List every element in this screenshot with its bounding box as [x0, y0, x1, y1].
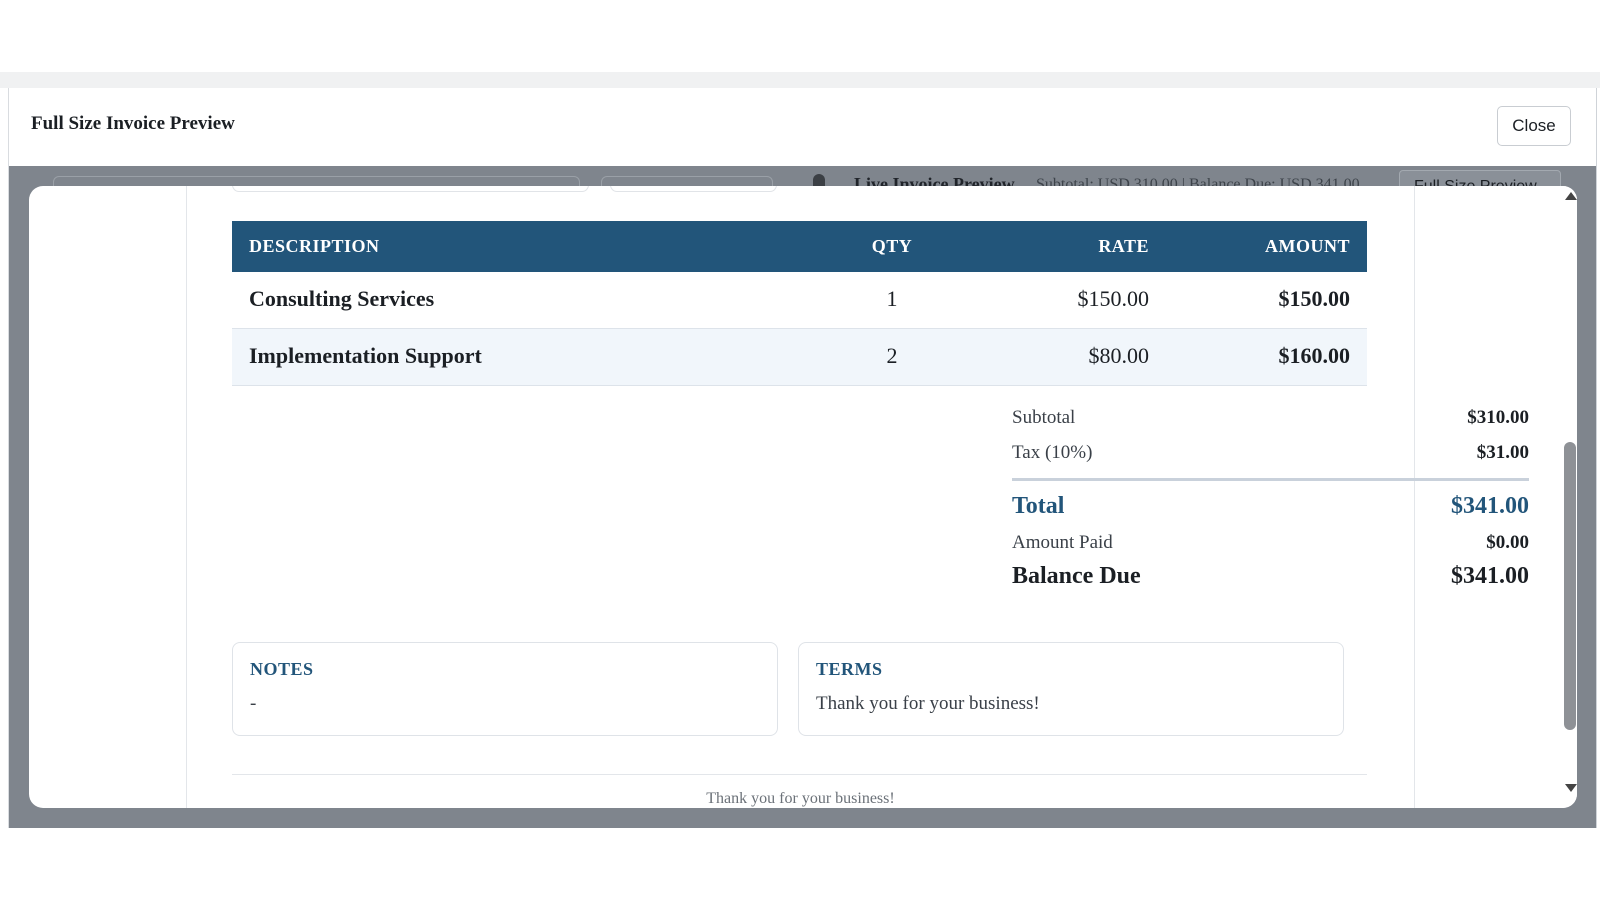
item-amount: $160.00	[1278, 343, 1351, 368]
totals-divider	[1012, 478, 1529, 481]
notes-box: NOTES -	[232, 642, 778, 736]
subtotal-label: Subtotal	[1012, 407, 1076, 428]
line-items-table: DESCRIPTION QTY RATE AMOUNT Consulting S…	[232, 221, 1367, 386]
item-rate: $80.00	[1088, 343, 1150, 368]
invoice-paper: DESCRIPTION QTY RATE AMOUNT Consulting S…	[186, 186, 1529, 808]
balance-due-label: Balance Due	[1012, 563, 1141, 589]
invoice-top-fragment	[610, 186, 777, 192]
balance-due-row: Balance Due $341.00	[1012, 561, 1529, 596]
modal-header: Full Size Invoice Preview Close	[9, 88, 1597, 166]
notes-text: -	[250, 693, 257, 714]
subtotal-value: $310.00	[1467, 407, 1529, 428]
header-description: DESCRIPTION	[249, 236, 380, 256]
table-row: Consulting Services 1 $150.00 $150.00	[232, 272, 1367, 329]
notes-title: NOTES	[250, 659, 314, 679]
total-row: Total $341.00	[1012, 491, 1529, 526]
total-label: Total	[1012, 493, 1065, 519]
amount-paid-label: Amount Paid	[1012, 532, 1113, 553]
item-qty: 2	[886, 343, 898, 368]
header-qty: QTY	[871, 236, 913, 256]
terms-text: Thank you for your business!	[816, 693, 1040, 714]
invoice-top-fragment	[232, 186, 589, 192]
close-button[interactable]: Close	[1497, 106, 1571, 146]
triangle-down-icon[interactable]	[1565, 784, 1577, 792]
total-value: $341.00	[1451, 493, 1529, 519]
item-qty: 1	[886, 286, 898, 311]
balance-due-value: $341.00	[1451, 563, 1529, 589]
item-rate: $150.00	[1077, 286, 1150, 311]
modal-body: Live Invoice Preview Subtotal: USD 310.0…	[9, 166, 1597, 828]
window-right-edge	[1596, 88, 1600, 828]
tax-label: Tax (10%)	[1012, 442, 1093, 463]
page-top-strip	[0, 72, 1600, 88]
preview-scrollbar[interactable]	[1563, 186, 1577, 808]
totals-section: Subtotal $310.00 Tax (10%) $31.00 Total …	[1012, 401, 1529, 596]
table-header: DESCRIPTION QTY RATE AMOUNT	[232, 221, 1367, 272]
item-amount: $150.00	[1278, 286, 1351, 311]
scrollbar-thumb[interactable]	[1564, 442, 1576, 730]
modal-title: Full Size Invoice Preview	[31, 113, 235, 134]
header-rate: RATE	[1098, 236, 1149, 256]
tax-value: $31.00	[1476, 442, 1529, 463]
tax-row: Tax (10%) $31.00	[1012, 436, 1529, 471]
triangle-up-icon[interactable]	[1565, 192, 1577, 200]
amount-paid-value: $0.00	[1486, 532, 1529, 553]
subtotal-row: Subtotal $310.00	[1012, 401, 1529, 436]
footer-divider	[232, 774, 1367, 775]
invoice-preview-modal: Full Size Invoice Preview Close Live Inv…	[8, 88, 1597, 828]
table-row: Implementation Support 2 $80.00 $160.00	[232, 329, 1367, 386]
invoice-preview-frame: DESCRIPTION QTY RATE AMOUNT Consulting S…	[29, 186, 1577, 808]
header-amount: AMOUNT	[1265, 236, 1350, 256]
amount-paid-row: Amount Paid $0.00	[1012, 526, 1529, 561]
terms-box: TERMS Thank you for your business!	[798, 642, 1344, 736]
item-description: Consulting Services	[249, 286, 435, 311]
footer-text: Thank you for your business!	[706, 790, 895, 807]
item-description: Implementation Support	[249, 343, 482, 368]
terms-title: TERMS	[816, 659, 883, 679]
